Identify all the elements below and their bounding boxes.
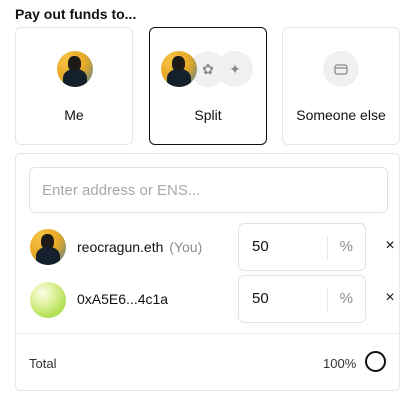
payout-option-me-label: Me	[64, 107, 84, 123]
recipient-name-text: 0xA5E6...4c1a	[77, 291, 169, 307]
page-heading: Pay out funds to...	[15, 6, 137, 22]
remove-recipient-button[interactable]: ×	[380, 288, 400, 308]
recipient-name: 0xA5E6...4c1a	[77, 291, 168, 307]
user-avatar	[161, 51, 197, 87]
total-progress-ring	[365, 351, 386, 372]
percent-input[interactable]: 50 %	[238, 275, 366, 323]
percent-value[interactable]: 50	[252, 238, 269, 255]
percent-input[interactable]: 50 %	[238, 223, 366, 271]
percent-value[interactable]: 50	[252, 290, 269, 307]
remove-recipient-button[interactable]: ×	[380, 236, 400, 256]
percent-divider	[327, 288, 328, 312]
percent-unit: %	[339, 238, 353, 255]
total-value: 100%	[323, 356, 357, 371]
recipient-name: reocragun.eth (You)	[77, 239, 202, 255]
payout-option-split-label: Split	[194, 107, 222, 123]
payout-option-someone-else[interactable]: Someone else	[282, 27, 400, 145]
percent-unit: %	[339, 290, 353, 307]
recipient-row: 0xA5E6...4c1a 50 % ×	[29, 275, 395, 323]
recipient-name-text: reocragun.eth	[77, 239, 164, 255]
payout-option-me[interactable]: Me	[15, 27, 133, 145]
payout-option-someone-else-label: Someone else	[296, 107, 386, 123]
total-label: Total	[29, 356, 57, 371]
split-panel: reocragun.eth (You) 50 % × 0xA5E6...4c1a…	[15, 153, 400, 391]
recipient-you-tag: (You)	[169, 239, 203, 255]
total-divider	[16, 333, 399, 334]
wallet-icon	[323, 51, 359, 87]
percent-divider	[327, 236, 328, 260]
payout-option-split[interactable]: ✦ ✿ Split	[149, 27, 267, 145]
address-input[interactable]	[29, 167, 388, 213]
recipient-avatar	[30, 282, 66, 318]
user-avatar	[57, 51, 93, 87]
recipient-row: reocragun.eth (You) 50 % ×	[29, 223, 395, 271]
recipient-avatar	[30, 229, 66, 265]
